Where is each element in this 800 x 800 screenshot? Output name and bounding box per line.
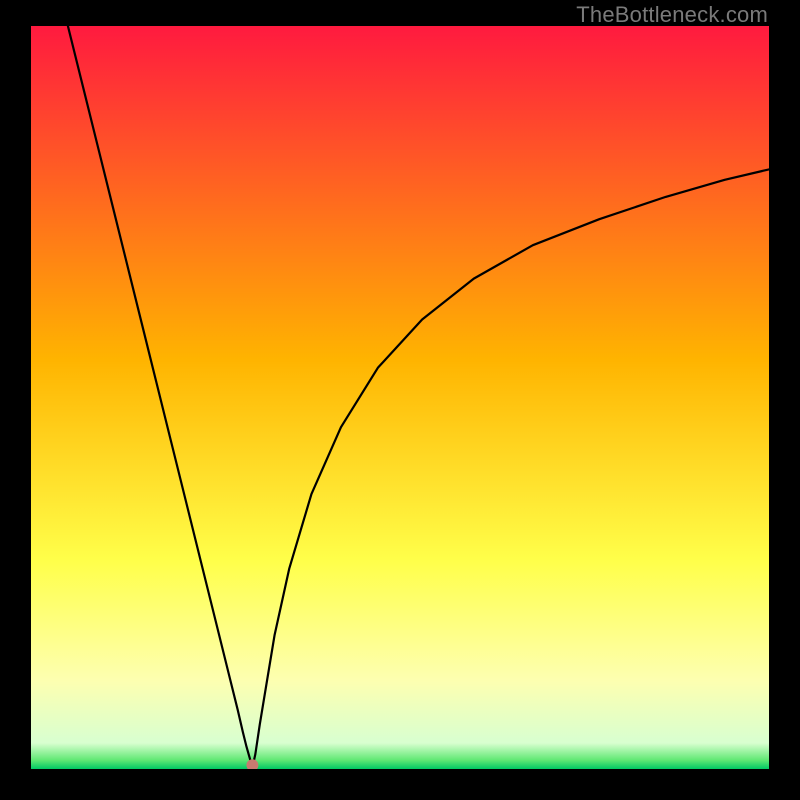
watermark-text: TheBottleneck.com (576, 2, 768, 28)
chart-svg (31, 26, 769, 769)
gradient-background (31, 26, 769, 769)
chart-frame (31, 26, 769, 769)
